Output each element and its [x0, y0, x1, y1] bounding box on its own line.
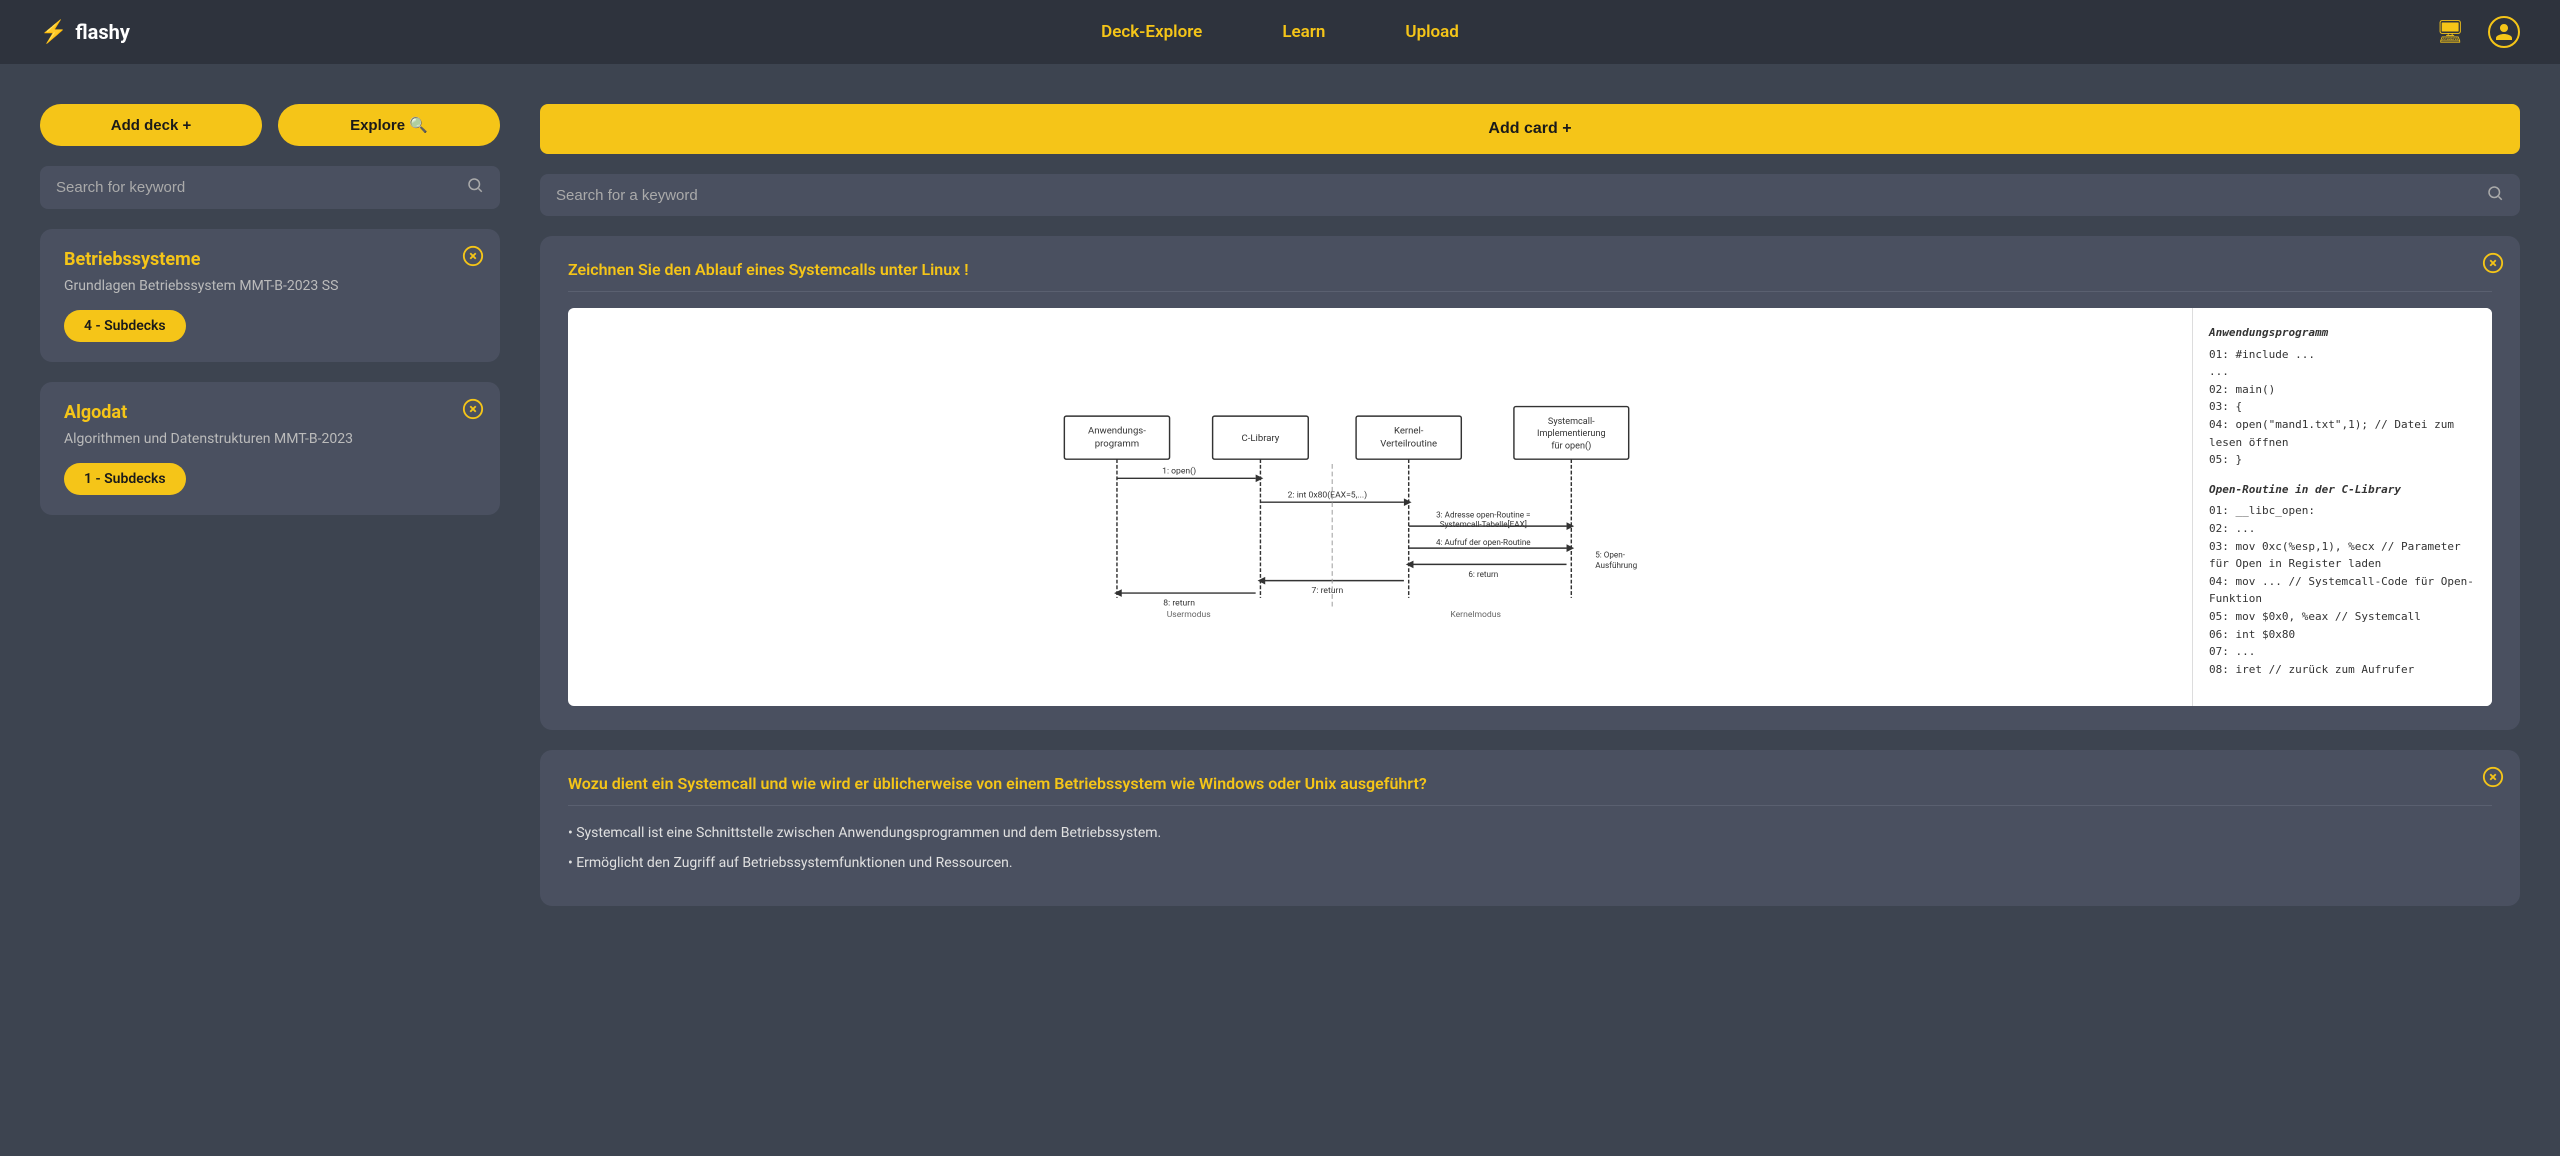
- diagram-code: Anwendungsprogramm 01: #include ... ... …: [2192, 308, 2492, 706]
- svg-text:6: return: 6: return: [1468, 569, 1498, 579]
- svg-text:Verteilroutine: Verteilroutine: [1380, 439, 1437, 450]
- svg-text:programm: programm: [1095, 439, 1139, 450]
- deck-algodat-title: Algodat: [64, 402, 476, 423]
- svg-text:1: open(): 1: open(): [1162, 466, 1196, 477]
- deck-betriebssysteme-close[interactable]: [462, 245, 484, 273]
- left-search-icon: [466, 176, 484, 199]
- svg-text:3: Adresse open-Routine =: 3: Adresse open-Routine =: [1436, 510, 1530, 520]
- explore-button[interactable]: Explore 🔍: [278, 104, 500, 146]
- card-1-question: Zeichnen Sie den Ablauf eines Systemcall…: [568, 260, 2492, 292]
- action-buttons: Add deck + Explore 🔍: [40, 104, 500, 146]
- diagram-code-anwendung: Anwendungsprogramm 01: #include ... ... …: [2209, 324, 2476, 469]
- card-1-diagram: Anwendungs- programm C-Library Kernel- V…: [568, 308, 2492, 706]
- svg-text:Usermodus: Usermodus: [1167, 610, 1211, 617]
- logo[interactable]: ⚡ flashy: [40, 20, 660, 45]
- card-1-close[interactable]: [2482, 252, 2504, 280]
- nav-right: 🖥: [1900, 16, 2520, 48]
- svg-text:5: Open-: 5: Open-: [1595, 550, 1625, 560]
- main-layout: Add deck + Explore 🔍 Betriebssysteme Gru…: [0, 64, 2560, 1156]
- diagram-code-anwendung-title: Anwendungsprogramm: [2209, 324, 2476, 342]
- svg-text:Systemcall-: Systemcall-: [1548, 417, 1595, 427]
- card-2-answer-item-1: Systemcall ist eine Schnittstelle zwisch…: [568, 822, 2492, 846]
- svg-text:für open(): für open(): [1551, 441, 1591, 452]
- svg-text:Anwendungs-: Anwendungs-: [1088, 425, 1146, 436]
- svg-text:Kernel-: Kernel-: [1394, 425, 1424, 436]
- right-search-input[interactable]: [556, 187, 2476, 204]
- card-2-answer-list: Systemcall ist eine Schnittstelle zwisch…: [568, 822, 2492, 876]
- nav-links: Deck-Explore Learn Upload: [660, 22, 1900, 42]
- right-panel: Add card + Zeichnen Sie den Ablauf eines…: [520, 104, 2520, 1116]
- svg-text:7: return: 7: return: [1312, 586, 1344, 596]
- logo-text: flashy: [75, 20, 130, 44]
- logo-icon: ⚡: [40, 20, 67, 45]
- add-deck-button[interactable]: Add deck +: [40, 104, 262, 146]
- left-search-bar: [40, 166, 500, 209]
- nav-learn[interactable]: Learn: [1282, 22, 1325, 42]
- deck-betriebssysteme-title: Betriebssysteme: [64, 249, 476, 270]
- svg-text:Kernelmodus: Kernelmodus: [1450, 610, 1501, 617]
- svg-text:C-Library: C-Library: [1242, 433, 1280, 444]
- diagram-lib-title: Open-Routine in der C-Library: [2209, 481, 2476, 499]
- deck-algodat-close[interactable]: [462, 398, 484, 426]
- card-2-answer: Systemcall ist eine Schnittstelle zwisch…: [568, 822, 2492, 876]
- card-2-close[interactable]: [2482, 766, 2504, 794]
- deck-algodat-subtitle: Algorithmen und Datenstrukturen MMT-B-20…: [64, 431, 476, 447]
- left-panel: Add deck + Explore 🔍 Betriebssysteme Gru…: [40, 104, 520, 1116]
- card-systemcall-purpose: Wozu dient ein Systemcall und wie wird e…: [540, 750, 2520, 906]
- svg-text:2: int 0x80(EAX=5,...): 2: int 0x80(EAX=5,...): [1288, 490, 1367, 501]
- add-card-button[interactable]: Add card +: [540, 104, 2520, 154]
- svg-text:8: return: 8: return: [1163, 599, 1195, 609]
- diagram-left: Anwendungs- programm C-Library Kernel- V…: [568, 308, 2192, 706]
- deck-algodat-badge[interactable]: 1 - Subdecks: [64, 463, 186, 495]
- systemcall-svg: Anwendungs- programm C-Library Kernel- V…: [588, 397, 2172, 617]
- deck-card-algodat: Algodat Algorithmen und Datenstrukturen …: [40, 382, 500, 515]
- svg-text:Implementierung: Implementierung: [1537, 429, 1606, 439]
- diagram-lib-section: Open-Routine in der C-Library 01: __libc…: [2209, 481, 2476, 679]
- deck-betriebssysteme-badge[interactable]: 4 - Subdecks: [64, 310, 186, 342]
- card-2-answer-item-2: Ermöglicht den Zugriff auf Betriebssyste…: [568, 852, 2492, 876]
- svg-text:4: Aufruf der open-Routine: 4: Aufruf der open-Routine: [1436, 537, 1531, 547]
- navbar: ⚡ flashy Deck-Explore Learn Upload 🖥: [0, 0, 2560, 64]
- deck-betriebssysteme-subtitle: Grundlagen Betriebssystem MMT-B-2023 SS: [64, 278, 476, 294]
- diagram-code-lines: 01: #include ... ... 02: main() 03: { 04…: [2209, 346, 2476, 469]
- nav-deck-explore[interactable]: Deck-Explore: [1101, 22, 1202, 42]
- nav-upload[interactable]: Upload: [1405, 22, 1458, 42]
- svg-text:Ausführung: Ausführung: [1595, 560, 1637, 570]
- presentation-icon[interactable]: 🖥: [2436, 20, 2464, 45]
- svg-text:Systemcall-Tabelle[EAX]: Systemcall-Tabelle[EAX]: [1440, 519, 1527, 529]
- deck-card-betriebssysteme: Betriebssysteme Grundlagen Betriebssyste…: [40, 229, 500, 362]
- right-search-bar: [540, 174, 2520, 216]
- user-avatar[interactable]: [2488, 16, 2520, 48]
- diagram-lib-lines: 01: __libc_open: 02: ... 03: mov 0xc(%es…: [2209, 502, 2476, 678]
- card-2-question: Wozu dient ein Systemcall und wie wird e…: [568, 774, 2492, 806]
- card-systemcall-diagram: Zeichnen Sie den Ablauf eines Systemcall…: [540, 236, 2520, 730]
- left-search-input[interactable]: [56, 179, 456, 196]
- right-search-icon: [2486, 184, 2504, 206]
